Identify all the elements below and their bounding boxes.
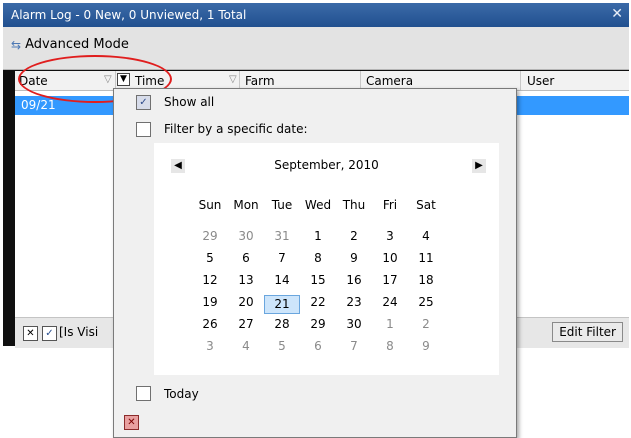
- edit-filter-button[interactable]: Edit Filter: [552, 322, 623, 342]
- calendar-day[interactable]: 8: [300, 251, 336, 265]
- calendar-day[interactable]: 9: [408, 339, 444, 353]
- weekday-label: Wed: [304, 198, 332, 212]
- calendar-day[interactable]: 1: [300, 229, 336, 243]
- calendar-day[interactable]: 24: [372, 295, 408, 309]
- calendar-day[interactable]: 9: [336, 251, 372, 265]
- close-icon[interactable]: ✕: [611, 6, 623, 22]
- date-filter-popup: ✓ Show all Filter by a specific date: ◀ …: [113, 88, 517, 438]
- row-date: 09/21: [21, 98, 56, 112]
- calendar-day[interactable]: 4: [228, 339, 264, 353]
- calendar-day[interactable]: 3: [192, 339, 228, 353]
- calendar-day[interactable]: 13: [228, 273, 264, 287]
- calendar-day[interactable]: 26: [192, 317, 228, 331]
- calendar-day[interactable]: 2: [336, 229, 372, 243]
- calendar-day[interactable]: 5: [264, 339, 300, 353]
- calendar-day[interactable]: 31: [264, 229, 300, 243]
- calendar-day[interactable]: 3: [372, 229, 408, 243]
- calendar-day[interactable]: 22: [300, 295, 336, 309]
- filter-enabled-checkbox[interactable]: ✓: [42, 326, 57, 341]
- calendar-day[interactable]: 27: [228, 317, 264, 331]
- today-label: Today: [164, 387, 199, 401]
- calendar-day[interactable]: 7: [336, 339, 372, 353]
- calendar-month: September, 2010: [274, 158, 379, 172]
- show-all-checkbox[interactable]: ✓: [136, 95, 151, 110]
- advanced-mode-label: Advanced Mode: [25, 37, 129, 52]
- specific-date-checkbox[interactable]: [136, 122, 151, 137]
- advanced-mode-button[interactable]: ⇆ Advanced Mode: [11, 37, 129, 52]
- filter-icon[interactable]: ▽: [229, 74, 237, 85]
- calendar-day[interactable]: 30: [336, 317, 372, 331]
- calendar-day-selected[interactable]: 21: [264, 295, 300, 314]
- weekday-label: Thu: [342, 198, 366, 212]
- calendar-day[interactable]: 30: [228, 229, 264, 243]
- calendar-day[interactable]: 6: [228, 251, 264, 265]
- weekday-label: Mon: [233, 198, 259, 212]
- calendar-day[interactable]: 17: [372, 273, 408, 287]
- calendar-day[interactable]: 2: [408, 317, 444, 331]
- calendar-day[interactable]: 23: [336, 295, 372, 309]
- calendar-day[interactable]: 10: [372, 251, 408, 265]
- calendar-day[interactable]: 11: [408, 251, 444, 265]
- calendar-day[interactable]: 14: [264, 273, 300, 287]
- clear-filter-icon[interactable]: ✕: [23, 326, 38, 341]
- calendar-day[interactable]: 7: [264, 251, 300, 265]
- calendar-day[interactable]: 18: [408, 273, 444, 287]
- column-camera[interactable]: Camera: [366, 74, 413, 88]
- calendar-day[interactable]: 16: [336, 273, 372, 287]
- weekday-label: Fri: [382, 198, 398, 212]
- weekday-label: Tue: [271, 198, 293, 212]
- calendar-day[interactable]: 29: [192, 229, 228, 243]
- calendar-day[interactable]: 28: [264, 317, 300, 331]
- calendar-day[interactable]: 19: [192, 295, 228, 309]
- calendar-day[interactable]: 8: [372, 339, 408, 353]
- title-bar: Alarm Log - 0 New, 0 Unviewed, 1 Total ✕: [3, 3, 629, 27]
- window-title: Alarm Log - 0 New, 0 Unviewed, 1 Total: [11, 8, 247, 22]
- close-popup-icon[interactable]: ✕: [124, 415, 139, 430]
- calendar-day[interactable]: 5: [192, 251, 228, 265]
- calendar-day[interactable]: 6: [300, 339, 336, 353]
- calendar-day[interactable]: 15: [300, 273, 336, 287]
- weekday-label: Sun: [198, 198, 222, 212]
- weekday-label: Sat: [416, 198, 436, 212]
- calendar-day[interactable]: 20: [228, 295, 264, 309]
- calendar-day[interactable]: 1: [372, 317, 408, 331]
- column-divider: [520, 71, 521, 90]
- filter-expression: [Is Visi: [59, 325, 99, 339]
- specific-date-label: Filter by a specific date:: [164, 122, 308, 136]
- arrows-icon: ⇆: [11, 37, 22, 52]
- today-checkbox[interactable]: [136, 386, 151, 401]
- calendar: ◀ September, 2010 ▶ Sun Mon Tue Wed Thu Fri Sa…: [154, 143, 499, 375]
- calendar-day[interactable]: 12: [192, 273, 228, 287]
- next-month-icon[interactable]: ▶: [472, 159, 486, 173]
- column-user[interactable]: User: [527, 74, 554, 88]
- calendar-day[interactable]: 4: [408, 229, 444, 243]
- show-all-label: Show all: [164, 95, 215, 109]
- column-farm[interactable]: Farm: [245, 74, 275, 88]
- calendar-day[interactable]: 29: [300, 317, 336, 331]
- calendar-day[interactable]: 25: [408, 295, 444, 309]
